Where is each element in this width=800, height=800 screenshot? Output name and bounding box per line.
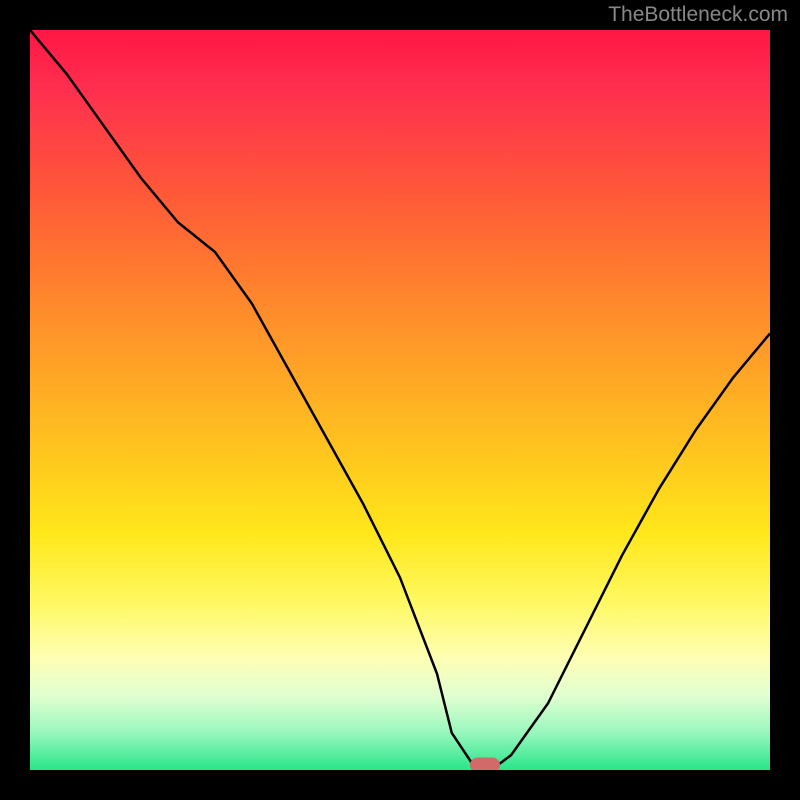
curve-svg bbox=[30, 30, 770, 770]
marker-pill bbox=[470, 757, 500, 770]
plot-area bbox=[30, 30, 770, 770]
bottleneck-curve bbox=[30, 30, 770, 766]
watermark-text: TheBottleneck.com bbox=[608, 3, 788, 27]
